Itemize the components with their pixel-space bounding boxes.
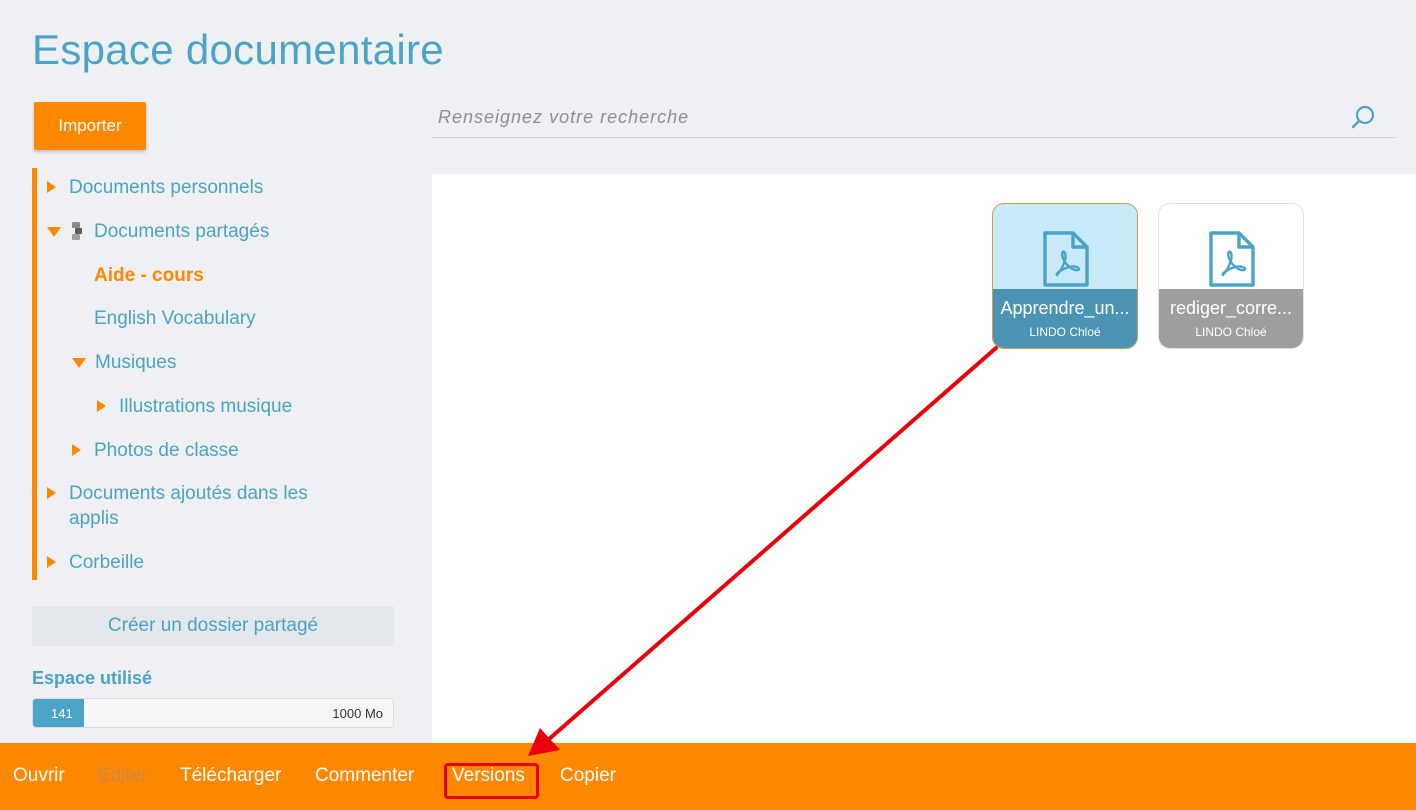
file-card[interactable]: rediger_corre... LINDO Chloé [1158,203,1304,349]
collapse-arrow-icon[interactable] [72,358,86,368]
file-meta: rediger_corre... LINDO Chloé [1159,289,1303,348]
comment-button[interactable]: Commenter [315,765,414,787]
pdf-file-icon [1209,231,1255,287]
expand-arrow-icon[interactable] [47,487,56,499]
tree-item-personal-documents[interactable]: Documents personnels [47,175,263,200]
pdf-file-icon [1043,231,1089,287]
collapse-arrow-icon[interactable] [47,227,61,237]
search-icon[interactable] [1350,104,1376,130]
tree-item-label: Illustrations musique [119,396,293,417]
tree-item-english-vocabulary[interactable]: English Vocabulary [94,306,256,331]
copy-button[interactable]: Copier [560,765,616,787]
tree-item-label: Photos de classe [94,440,239,461]
tree-item-trash[interactable]: Corbeille [47,550,144,575]
file-owner: LINDO Chloé [1195,325,1267,339]
tree-item-musiques[interactable]: Musiques [72,350,176,375]
file-card[interactable]: Apprendre_un... LINDO Chloé [992,203,1138,349]
expand-arrow-icon[interactable] [47,556,56,568]
open-button[interactable]: Ouvrir [13,765,65,787]
folder-tree: Documents personnels Documents partagés … [32,168,382,580]
storage-title: Espace utilisé [32,668,153,688]
download-button[interactable]: Télécharger [180,765,281,787]
tree-item-label: Documents personnels [69,177,264,198]
tree-item-label: Aide - cours [94,265,204,286]
storage-total-value: 1000 Mo [332,706,383,721]
search-bar [432,98,1396,138]
import-button[interactable]: Importer [34,102,146,150]
edit-button: Éditer [98,765,148,786]
tree-item-label: English Vocabulary [94,308,256,329]
action-toolbar: Ouvrir Éditer Télécharger Commenter Vers… [0,743,1416,810]
tree-item-illustrations-musique[interactable]: Illustrations musique [97,394,292,419]
tree-item-label: Documents partagés [94,221,270,242]
page-title: Espace documentaire [32,26,444,73]
search-input[interactable] [432,98,1332,136]
tree-item-shared-documents[interactable]: Documents partagés [47,219,269,244]
tree-item-app-documents[interactable]: Documents ajoutés dans les applis [47,481,347,531]
create-shared-folder-button[interactable]: Créer un dossier partagé [32,606,394,646]
tree-item-label: Corbeille [69,552,144,573]
file-meta: Apprendre_un... LINDO Chloé [993,289,1137,348]
tree-item-label: Documents ajoutés dans les applis [69,483,308,529]
tree-item-label: Musiques [95,352,177,373]
expand-arrow-icon[interactable] [72,444,81,456]
expand-arrow-icon[interactable] [47,181,56,193]
file-name: Apprendre_un... [1000,298,1130,318]
file-browser-area: Apprendre_un... LINDO Chloé rediger_corr… [432,174,1416,744]
file-name: rediger_corre... [1169,298,1293,318]
storage-progress-bar: 141 1000 Mo [32,698,394,728]
shared-folder-icon [72,222,82,240]
tree-item-photos-de-classe[interactable]: Photos de classe [72,438,239,463]
versions-button[interactable]: Versions [452,765,525,787]
expand-arrow-icon[interactable] [97,400,106,412]
storage-used-value: 141 [51,706,73,721]
tree-item-aide-cours[interactable]: Aide - cours [94,263,204,288]
file-owner: LINDO Chloé [1029,325,1101,339]
